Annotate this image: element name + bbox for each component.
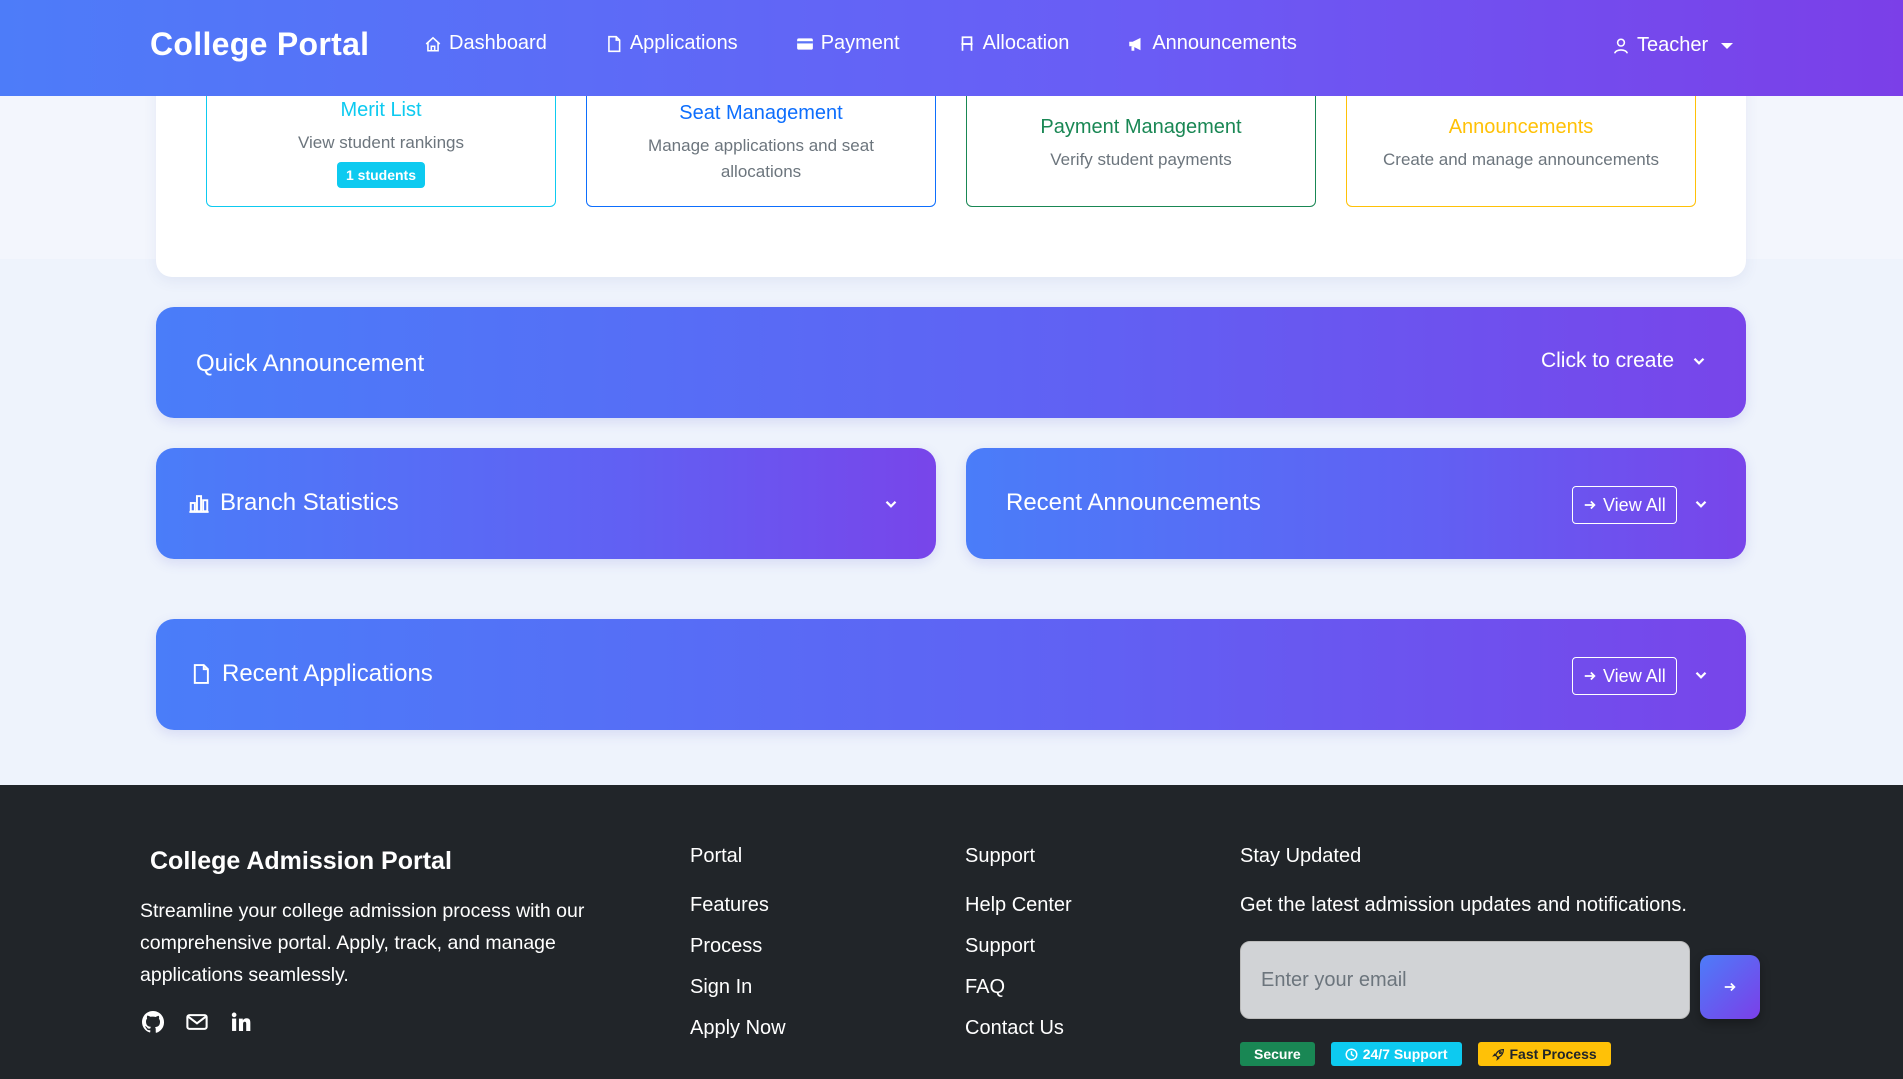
footer-link-process[interactable]: Process xyxy=(690,935,786,958)
nav-dashboard-label: Dashboard xyxy=(449,32,547,54)
merit-list-description: View student rankings xyxy=(297,133,464,152)
stay-updated-heading: Stay Updated xyxy=(1240,845,1362,867)
nav-applications[interactable]: Applications xyxy=(605,32,738,55)
view-all-applications-button[interactable]: View All xyxy=(1572,657,1677,695)
secure-badge-label: Secure xyxy=(1254,1046,1301,1062)
footer-link-features[interactable]: Features xyxy=(690,894,786,917)
rocket-icon xyxy=(1491,1048,1504,1061)
recent-announcements-title: Recent Announcements xyxy=(1006,489,1261,516)
github-icon[interactable] xyxy=(142,1011,164,1033)
student-count-badge: 1 students xyxy=(336,162,425,188)
recent-applications-heading: Recent Applications xyxy=(190,660,433,688)
arrow-right-icon xyxy=(1584,500,1596,510)
nav-payment[interactable]: Payment xyxy=(796,32,900,55)
newsletter-email-input[interactable] xyxy=(1240,941,1690,1019)
newsletter-submit-button[interactable] xyxy=(1700,955,1760,1019)
view-all-announcements-button[interactable]: View All xyxy=(1572,486,1677,524)
quick-announcement-title: Quick Announcement xyxy=(196,350,425,377)
chevron-down-icon[interactable] xyxy=(1692,666,1710,684)
footer-link-faq[interactable]: FAQ xyxy=(965,976,1072,999)
recent-applications-title: Recent Applications xyxy=(222,660,433,687)
top-navbar: College Portal Dashboard Applications Pa… xyxy=(0,0,1903,96)
social-links xyxy=(142,1011,252,1033)
footer-portal-column: Portal Features Process Sign In Apply No… xyxy=(690,845,786,1058)
clock-icon xyxy=(1345,1047,1358,1061)
arrow-right-icon xyxy=(1724,982,1736,992)
nav-allocation[interactable]: Allocation xyxy=(958,32,1070,55)
file-icon xyxy=(607,35,621,52)
chevron-down-icon xyxy=(1721,42,1734,49)
footer: College Admission Portal Streamline your… xyxy=(0,785,1903,1079)
envelope-icon[interactable] xyxy=(186,1011,208,1033)
secure-badge: Secure xyxy=(1240,1042,1315,1066)
footer-link-apply-now[interactable]: Apply Now xyxy=(690,1017,786,1040)
nav-applications-label: Applications xyxy=(629,32,738,54)
seat-management-title: Seat Management xyxy=(679,102,843,124)
fast-process-badge: Fast Process xyxy=(1477,1042,1611,1066)
support-heading: Support xyxy=(965,845,1036,867)
nav-payment-label: Payment xyxy=(820,32,900,54)
footer-link-support[interactable]: Support xyxy=(965,935,1072,958)
nav-allocation-label: Allocation xyxy=(982,32,1070,54)
footer-description: Streamline your college admission proces… xyxy=(140,900,585,986)
page-scrollbar[interactable] xyxy=(1895,0,1903,1079)
seat-management-description: Manage applications and seat allocations xyxy=(648,136,874,181)
trust-badges: Secure 24/7 Support Fast Process xyxy=(1240,1042,1611,1066)
nav-announcements[interactable]: Announcements xyxy=(1127,32,1297,55)
announcements-card-description: Create and manage announcements xyxy=(1383,150,1659,169)
megaphone-icon xyxy=(1129,37,1141,51)
file-icon xyxy=(193,664,209,684)
support-badge: 24/7 Support xyxy=(1330,1042,1462,1066)
payment-management-title: Payment Management xyxy=(1040,116,1242,138)
recent-applications-bar[interactable]: Recent Applications View All xyxy=(156,619,1746,730)
footer-newsletter: Stay Updated Get the latest admission up… xyxy=(1240,845,1687,917)
view-all-label: View All xyxy=(1603,665,1666,686)
quick-announcement-bar[interactable]: Quick Announcement Click to create xyxy=(156,307,1746,418)
chevron-down-icon[interactable] xyxy=(1692,495,1710,513)
chevron-down-icon xyxy=(1693,357,1705,365)
newsletter-subtext: Get the latest admission updates and not… xyxy=(1240,894,1687,916)
branch-statistics-bar[interactable]: Branch Statistics xyxy=(156,448,936,559)
recent-announcements-bar[interactable]: Recent Announcements View All xyxy=(966,448,1746,559)
click-to-create-label: Click to create xyxy=(1540,349,1674,372)
footer-support-column: Support Help Center Support FAQ Contact … xyxy=(965,845,1072,1058)
person-icon xyxy=(1614,37,1628,54)
support-badge-label: 24/7 Support xyxy=(1362,1046,1448,1062)
linkedin-icon[interactable] xyxy=(230,1011,252,1033)
footer-link-contact-us[interactable]: Contact Us xyxy=(965,1017,1072,1040)
chair-icon xyxy=(961,35,973,51)
branch-statistics-heading: Branch Statistics xyxy=(188,489,399,517)
branch-statistics-title: Branch Statistics xyxy=(220,489,399,516)
user-menu-label: Teacher xyxy=(1637,34,1709,56)
merit-list-title: Merit List xyxy=(340,99,422,121)
nav-links: Dashboard Applications Payment Allocatio… xyxy=(424,32,1355,55)
portal-heading: Portal xyxy=(690,845,743,867)
footer-link-sign-in[interactable]: Sign In xyxy=(690,976,786,999)
credit-card-icon xyxy=(796,37,813,50)
user-menu[interactable]: Teacher xyxy=(1612,34,1734,57)
bar-chart-icon xyxy=(189,495,209,513)
view-all-label: View All xyxy=(1603,494,1666,515)
house-icon xyxy=(425,36,441,52)
click-to-create-toggle[interactable]: Click to create xyxy=(1541,349,1708,373)
fast-process-badge-label: Fast Process xyxy=(1509,1046,1597,1062)
announcements-card-title: Announcements xyxy=(1448,116,1594,138)
arrow-right-icon xyxy=(1584,671,1596,681)
payment-management-description: Verify student payments xyxy=(1050,150,1232,169)
nav-dashboard[interactable]: Dashboard xyxy=(424,32,547,55)
footer-brand: College Admission Portal xyxy=(150,847,452,875)
brand-logo[interactable]: College Portal xyxy=(150,26,369,63)
nav-announcements-label: Announcements xyxy=(1152,32,1297,54)
chevron-down-icon[interactable] xyxy=(882,495,900,513)
footer-link-help-center[interactable]: Help Center xyxy=(965,894,1072,917)
